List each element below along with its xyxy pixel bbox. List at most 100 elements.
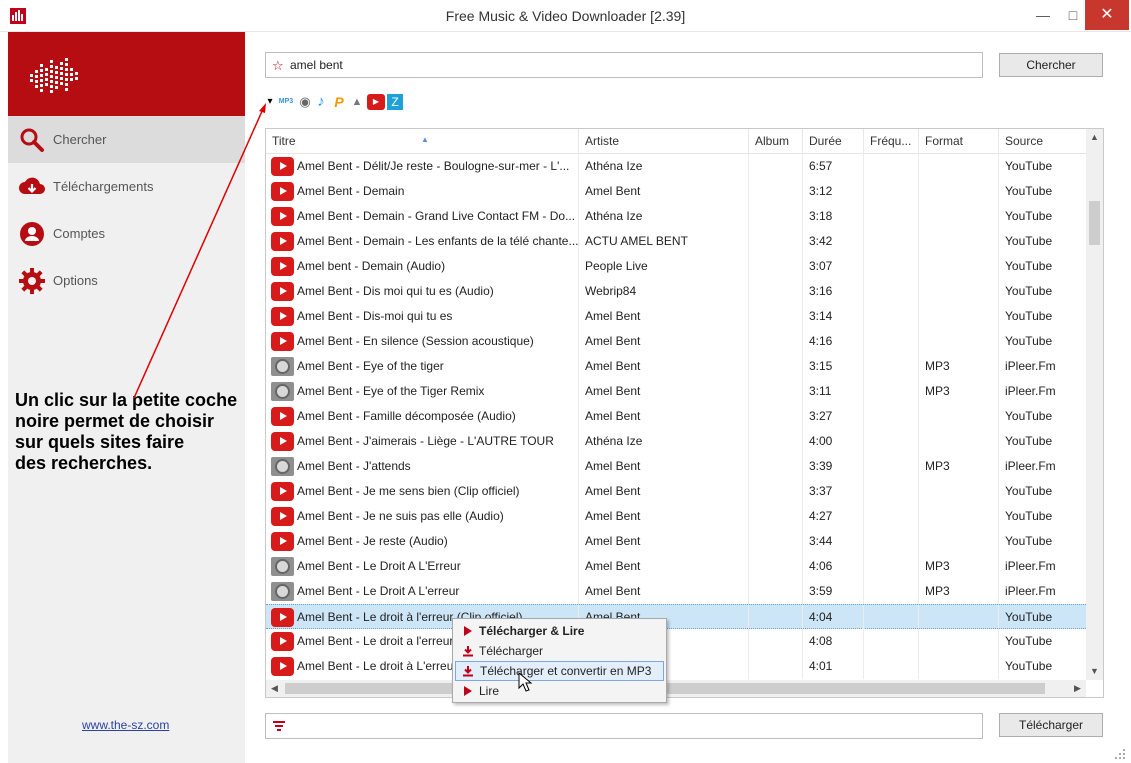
table-row[interactable]: Amel Bent - Demain Amel Bent 3:12 YouTube (266, 179, 1086, 204)
ipleer-icon[interactable]: ◉ (297, 94, 313, 110)
website-link[interactable]: www.the-sz.com (82, 718, 169, 732)
cell-format: MP3 (919, 579, 999, 604)
table-row[interactable]: Amel Bent - Dis moi qui tu es (Audio) Web… (266, 279, 1086, 304)
table-body: Amel Bent - Délit/Je reste - Boulogne-su… (266, 154, 1086, 679)
cell-frequency (864, 279, 919, 304)
gear-icon (19, 268, 45, 294)
cell-frequency (864, 579, 919, 604)
favorite-star-icon[interactable]: ☆ (272, 58, 284, 74)
p-icon[interactable]: P (331, 94, 347, 110)
table-row[interactable]: Amel Bent - Le droit à l'erreur (Clip of… (266, 604, 1086, 630)
cell-format (919, 204, 999, 229)
column-header-duration[interactable]: Durée (803, 129, 864, 154)
cell-frequency (864, 605, 919, 630)
table-row[interactable]: Amel Bent - J'aimerais - Liège - L'AUTRE… (266, 429, 1086, 454)
search-field[interactable]: ☆ (265, 52, 983, 78)
table-row[interactable]: Amel Bent - Je ne suis pas elle (Audio) A… (266, 504, 1086, 529)
cell-album (749, 304, 803, 329)
column-header-artist[interactable]: Artiste (579, 129, 749, 154)
sidebar-nav: Chercher Téléchargements Comptes Options (8, 116, 245, 304)
scroll-left-arrow-icon[interactable]: ◀ (266, 680, 283, 697)
cell-duration: 3:42 (803, 229, 864, 254)
table-row[interactable]: Amel Bent - Le droit a l'erreur 4:08 YouTu… (266, 629, 1086, 654)
column-header-album[interactable]: Album (749, 129, 803, 154)
cell-frequency (864, 654, 919, 679)
resize-grip-icon[interactable] (1113, 747, 1127, 761)
table-row[interactable]: Amel Bent - Le Droit A L'erreur Amel Bent… (266, 579, 1086, 604)
music-note-icon[interactable]: ♪ (313, 94, 329, 110)
column-header-source[interactable]: Source (999, 129, 1086, 154)
table-row[interactable]: Amel bent - Demain (Audio) People Live 3:0… (266, 254, 1086, 279)
user-icon (20, 222, 44, 246)
scroll-down-arrow-icon[interactable]: ▼ (1086, 663, 1103, 680)
cell-source: YouTube (1005, 434, 1053, 448)
table-row[interactable]: Amel Bent - J'attends Amel Bent 3:39 MP3 iPl… (266, 454, 1086, 479)
context-item-download-play[interactable]: Télécharger & Lire (455, 621, 664, 641)
horizontal-scrollbar[interactable]: ◀ ▶ (266, 680, 1086, 697)
cell-artist: Amel Bent (579, 529, 749, 554)
cell-format (919, 154, 999, 179)
search-input[interactable] (290, 56, 970, 74)
cell-format (919, 504, 999, 529)
maximize-button[interactable]: □ (1058, 0, 1088, 30)
cell-artist: Amel Bent (579, 554, 749, 579)
table-row[interactable]: Amel Bent - Je me sens bien (Clip offici… (266, 479, 1086, 504)
cell-album (749, 204, 803, 229)
download-button[interactable]: Télécharger (999, 713, 1103, 737)
rocket-icon[interactable]: ▲ (349, 94, 365, 110)
cell-format: MP3 (919, 379, 999, 404)
download-icon (463, 646, 473, 657)
table-row[interactable]: Amel Bent - Le droit à L'erreur 4:01 YouTu… (266, 654, 1086, 679)
table-row[interactable]: Amel Bent - Le Droit A L'Erreur Amel Bent… (266, 554, 1086, 579)
cell-title: Amel Bent - J'attends (266, 454, 579, 479)
table-row[interactable]: Amel Bent - Dis-moi qui tu es Amel Bent 3:… (266, 304, 1086, 329)
table-row[interactable]: Amel Bent - Demain - Grand Live Contact … (266, 204, 1086, 229)
cell-artist: Athéna Ize (579, 204, 749, 229)
table-row[interactable]: Amel Bent - Je reste (Audio) Amel Bent 3:4… (266, 529, 1086, 554)
sidebar-item-options[interactable]: Options (8, 257, 245, 304)
table-row[interactable]: Amel Bent - Demain - Les enfants de la t… (266, 229, 1086, 254)
column-header-title[interactable]: Titre ▲ (266, 129, 579, 154)
sidebar-item-downloads[interactable]: Téléchargements (8, 163, 245, 210)
table-row[interactable]: Amel Bent - Famille décomposée (Audio) Am… (266, 404, 1086, 429)
scroll-up-arrow-icon[interactable]: ▲ (1086, 129, 1103, 146)
equalizer-logo-icon (30, 58, 78, 93)
sidebar-item-label: Chercher (53, 132, 107, 147)
mp3-icon[interactable]: MP3 (277, 94, 295, 110)
column-header-frequency[interactable]: Fréqu... (864, 129, 919, 154)
table-row[interactable]: Amel Bent - Eye of the tiger Amel Bent 3:1… (266, 354, 1086, 379)
cell-artist: Amel Bent (579, 354, 749, 379)
cell-album (749, 654, 803, 679)
cell-frequency (864, 529, 919, 554)
scrollbar-thumb[interactable] (1089, 201, 1100, 245)
context-item-download[interactable]: Télécharger (455, 641, 664, 661)
cell-source: YouTube (1005, 610, 1053, 624)
source-dropdown-toggle[interactable]: ▾ (265, 94, 275, 110)
cell-title: Amel Bent - Dis moi qui tu es (Audio) (266, 279, 579, 304)
youtube-icon[interactable]: ▶ (367, 94, 385, 110)
close-button[interactable]: ✕ (1085, 0, 1129, 30)
cell-title: Amel bent - Demain (Audio) (266, 254, 579, 279)
cell-title: Amel Bent - Demain (266, 179, 579, 204)
table-row[interactable]: Amel Bent - En silence (Session acoustiq… (266, 329, 1086, 354)
column-header-format[interactable]: Format (919, 129, 999, 154)
table-row[interactable]: Amel Bent - Délit/Je reste - Boulogne-su… (266, 154, 1086, 179)
vertical-scrollbar[interactable]: ▲ ▼ (1086, 129, 1103, 680)
filter-field[interactable] (265, 713, 983, 739)
sidebar-item-accounts[interactable]: Comptes (8, 210, 245, 257)
context-item-download-convert-mp3[interactable]: Télécharger et convertir en MP3 (455, 661, 664, 681)
cell-frequency (864, 429, 919, 454)
cell-album (749, 429, 803, 454)
cell-duration: 3:11 (803, 379, 864, 404)
context-item-play[interactable]: Lire (455, 681, 664, 701)
minimize-button[interactable]: — (1028, 0, 1058, 30)
cell-title: Amel Bent - Demain - Les enfants de la t… (266, 229, 579, 254)
annotation-text: Un clic sur la petite coche noire permet… (15, 390, 275, 474)
sidebar-item-search[interactable]: Chercher (8, 116, 245, 163)
z-icon[interactable]: Z (387, 94, 403, 110)
search-button[interactable]: Chercher (999, 53, 1103, 77)
table-row[interactable]: Amel Bent - Eye of the Tiger Remix Amel B… (266, 379, 1086, 404)
cell-title: Amel Bent - Eye of the tiger (266, 354, 579, 379)
cell-duration: 6:57 (803, 154, 864, 179)
scroll-right-arrow-icon[interactable]: ▶ (1069, 680, 1086, 697)
